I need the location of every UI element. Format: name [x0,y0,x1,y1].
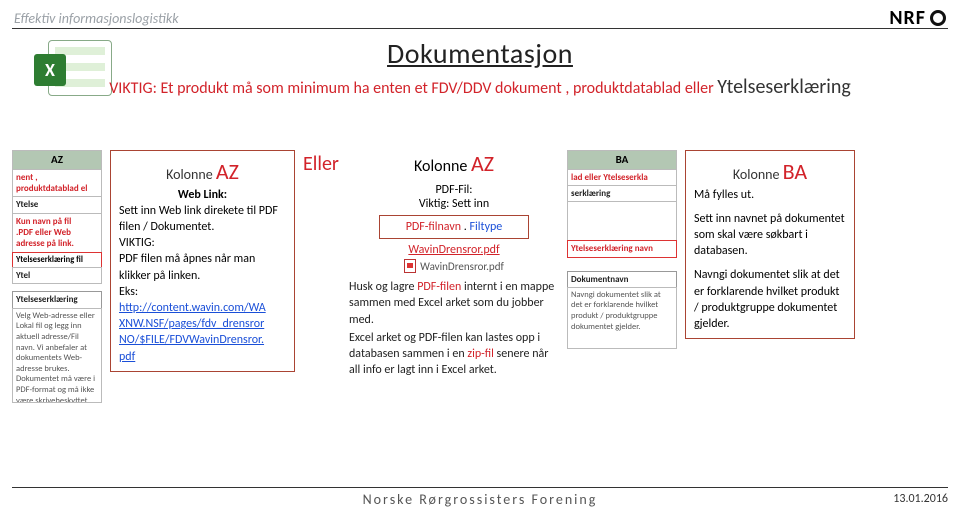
cell [567,201,677,241]
page-subtitle: VIKTIG: Et produkt må som minimum ha ent… [0,75,960,99]
text: Navngi dokumentet slik at det er forklar… [694,267,846,332]
col-header-ba: BA [567,150,677,170]
tooltip-text: Velg Web-adresse eller Lokal fil og legg… [12,308,102,403]
example-link[interactable]: NO/$FILE/FDVWavinDrensror. [119,333,264,347]
tooltip-title: Dokumentnavn [567,271,677,288]
cell: Ytelse [12,196,102,213]
col-header-az: AZ [12,150,102,170]
cell: serklæring [567,185,677,202]
kolonne-az-box: Kolonne AZ Web Link: Sett inn Web link d… [110,150,295,372]
box-title-2: Kolonne AZ [349,150,559,177]
page-title: Dokumentasjon [0,36,960,71]
logo-ring-icon [930,10,946,26]
file-row: WavinDrensror.pdf [349,259,559,273]
text: PDF filen må åpnes når man klikker på li… [119,251,286,283]
text: Må fylles ut. [694,187,846,203]
text: Eks: [119,284,286,300]
eller-label: Eller [303,150,341,176]
cell-highlighted: Ytelseserklæring fil [12,252,102,269]
text: Viktig: Sett inn [349,197,559,211]
cell: lad eller Ytelseserkla [567,169,677,186]
sub: PDF-Fil: [349,183,559,197]
nrf-logo: NRF [889,6,946,30]
text: Sett inn Web link direkete til PDF filen… [119,203,286,235]
wavin-filename: WavinDrensror.pdf [349,243,559,257]
desc-2: Excel arket og PDF-filen kan lastes opp … [349,330,559,379]
pdf-filnavn-label: PDF-filnavn [406,220,461,234]
file-name: WavinDrensror.pdf [420,260,504,273]
text: VIKTIG: [119,235,286,251]
excel-snippet-ba: BA lad eller Ytelseserkla serklæring Yte… [567,150,677,348]
cell-highlighted: Ytelseserklæring navn [567,240,677,257]
pdf-icon [404,259,416,273]
example-link[interactable]: http://content.wavin.com/WA [119,301,266,315]
cell: Kun navn på fil .PDF eller Web adresse p… [12,213,102,253]
cell: Ytel [12,267,102,284]
top-rule [12,28,948,29]
footer-org: Norske Rørgrossisters Forening [12,491,948,508]
subtitle-ye: Ytelseserklæring [717,75,851,99]
example-link[interactable]: pdf [119,350,135,364]
text: Sett inn navnet på dokumentet som skal v… [694,211,846,260]
logo-text: NRF [889,6,926,30]
kolonne-az-pdf-column: Kolonne AZ PDF-Fil: Viktig: Sett inn PDF… [349,150,559,378]
kolonne-ba-box: Kolonne BA Må fylles ut. Sett inn navnet… [685,150,855,339]
box-title: Kolonne AZ [119,157,286,187]
tagline: Effektiv informasjonslogistikk [14,10,179,27]
desc-1: Husk og lagre PDF-filen internt i en map… [349,279,559,328]
sub: Web Link: [119,187,286,203]
filtype-label: Filtype [470,220,503,234]
excel-snippet-az: AZ nent , produktdatablad el Ytelse Kun … [12,150,102,402]
tooltip-title: Ytelseserklæring [12,291,102,308]
tooltip-text: Navngi dokumentet slik at det er forklar… [567,287,677,349]
example-link[interactable]: XNW.NSF/pages/fdv_drensror [119,317,264,331]
cell: nent , produktdatablad el [12,169,102,198]
subtitle-red: VIKTIG: Et produkt må som minimum ha ent… [109,79,717,98]
box-title-ba: Kolonne BA [694,157,846,187]
